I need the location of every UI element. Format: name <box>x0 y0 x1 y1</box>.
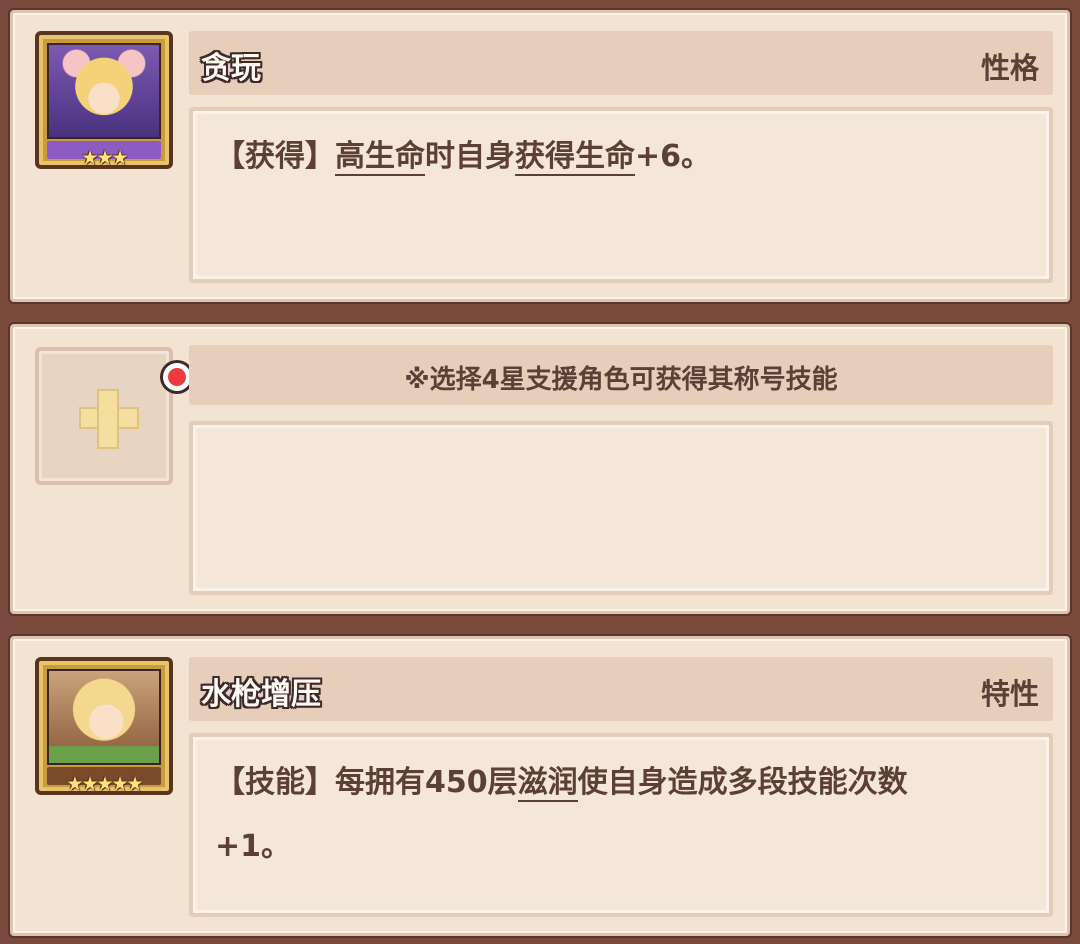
star-rating: ★★★★★ <box>66 773 143 795</box>
character-art <box>47 669 161 765</box>
desc-text: 【技能】每拥有450层 <box>215 765 518 800</box>
skill-type-tag: 特性 <box>980 677 1039 711</box>
skill-type-tag: 性格 <box>980 51 1039 85</box>
support-slot-card: ※选择4星支援角色可获得其称号技能 <box>10 324 1070 614</box>
support-hint: ※选择4星支援角色可获得其称号技能 <box>404 365 838 395</box>
character-art <box>47 43 161 139</box>
character-portrait[interactable]: ★★★ <box>35 31 173 169</box>
card-header: ※选择4星支援角色可获得其称号技能 <box>189 345 1053 405</box>
card-header: 水枪增压 特性 <box>189 657 1053 721</box>
skill-name: 水枪增压 <box>201 677 321 712</box>
skill-name: 贪玩 <box>201 51 261 86</box>
character-portrait[interactable]: ★★★★★ <box>35 657 173 795</box>
card-header: 贪玩 性格 <box>189 31 1053 95</box>
skill-description: 【获得】高生命时自身获得生命+6。 <box>189 107 1053 283</box>
empty-description <box>189 421 1053 595</box>
trait-card-1: ★★★ 贪玩 性格 【获得】高生命时自身获得生命+6。 <box>10 10 1070 302</box>
desc-text: +6。 <box>635 139 712 174</box>
skill-description: 【技能】每拥有450层滋润使自身造成多段技能次数 +1。 <box>189 733 1053 917</box>
desc-text: 时自身 <box>425 139 515 174</box>
keyword-link[interactable]: 高生命 <box>335 139 425 176</box>
desc-text: 使自身造成多段技能次数 <box>577 765 908 800</box>
star-rating: ★★★ <box>81 147 128 169</box>
add-support-button[interactable] <box>35 347 191 485</box>
desc-text: 【获得】 <box>215 139 335 174</box>
notification-dot-icon <box>163 363 191 391</box>
keyword-link[interactable]: 滋润 <box>517 765 578 802</box>
desc-text: +1。 <box>215 829 292 864</box>
trait-card-3: ★★★★★ 水枪增压 特性 【技能】每拥有450层滋润使自身造成多段技能次数 +1… <box>10 636 1070 936</box>
keyword-link[interactable]: 获得生命 <box>515 139 635 176</box>
